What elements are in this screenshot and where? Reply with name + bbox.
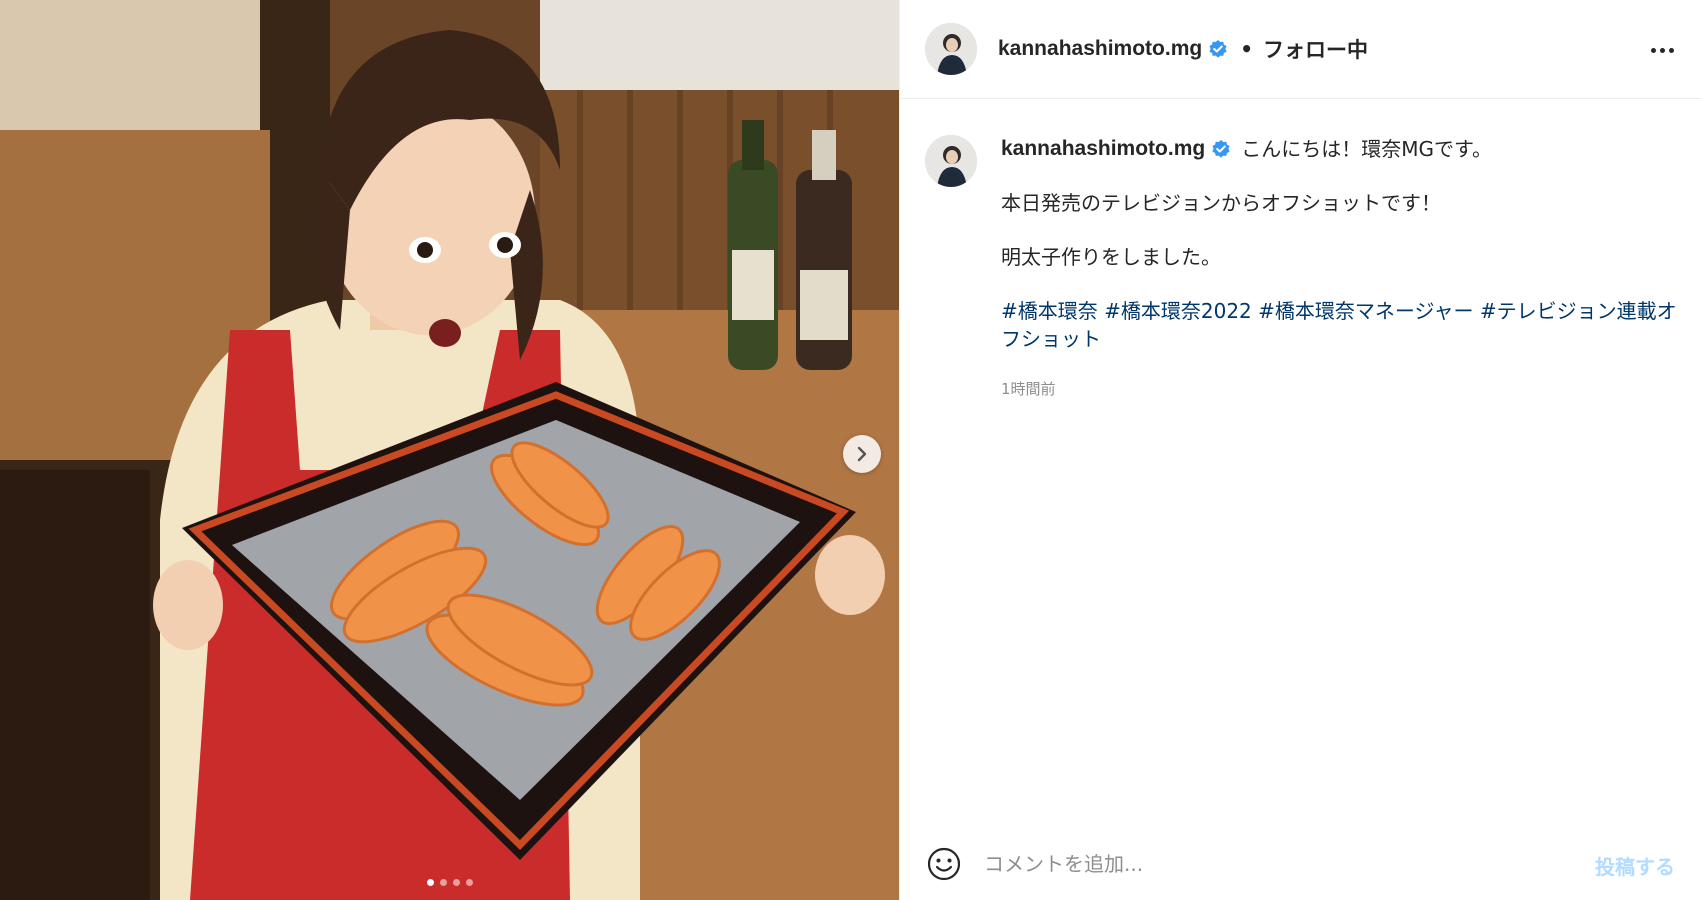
header-username[interactable]: kannahashimoto.mg: [998, 37, 1202, 61]
comment-input[interactable]: [982, 851, 1546, 877]
avatar[interactable]: [925, 23, 977, 75]
avatar-image: [925, 135, 977, 187]
more-options-icon: [1650, 47, 1656, 53]
post-comment-button[interactable]: 投稿する: [1589, 850, 1681, 881]
chevron-right-icon: [857, 446, 867, 462]
caption-avatar[interactable]: [925, 135, 977, 187]
post-media[interactable]: [0, 0, 899, 900]
emoji-icon[interactable]: [926, 846, 962, 882]
carousel-dot: [465, 879, 473, 886]
caption-username[interactable]: kannahashimoto.mg: [1001, 135, 1205, 163]
carousel-dot: [439, 879, 447, 886]
caption: kannahashimoto.mg こんにちは！環奈MGです。 本日発売のテレビ…: [925, 135, 1691, 403]
hashtag-link[interactable]: #橋本環奈2022: [1104, 299, 1252, 323]
carousel-dot: [452, 879, 460, 886]
post-side-panel: kannahashimoto.mg • フォロー中 kannahashimoto…: [899, 0, 1701, 900]
caption-body: kannahashimoto.mg こんにちは！環奈MGです。 本日発売のテレビ…: [1001, 135, 1691, 403]
caption-first-line: kannahashimoto.mg こんにちは！環奈MGです。: [1001, 135, 1691, 163]
more-options-button[interactable]: [1647, 36, 1677, 64]
caption-text-line3: 明太子作りをしました。: [1001, 245, 1221, 269]
instagram-post: kannahashimoto.mg • フォロー中 kannahashimoto…: [0, 0, 1701, 900]
header-separator: •: [1240, 37, 1253, 61]
comment-bar: 投稿する: [900, 828, 1701, 900]
post-header: kannahashimoto.mg • フォロー中: [900, 0, 1701, 99]
hashtag-link[interactable]: #橋本環奈マネージャー: [1258, 299, 1473, 323]
next-photo-button[interactable]: [843, 435, 881, 473]
verified-badge-icon: [1209, 40, 1227, 58]
carousel-dot: [426, 879, 434, 886]
post-photo: [0, 0, 899, 900]
verified-badge-icon: [1212, 140, 1230, 158]
carousel-indicator: [426, 879, 473, 886]
caption-hashtags: #橋本環奈 #橋本環奈2022 #橋本環奈マネージャー #テレビジョン連載オフシ…: [1001, 297, 1691, 353]
hashtag-link[interactable]: #橋本環奈: [1001, 299, 1098, 323]
avatar-image: [925, 23, 977, 75]
following-button[interactable]: フォロー中: [1263, 34, 1368, 64]
caption-text-line2: 本日発売のテレビジョンからオフショットです！: [1001, 191, 1441, 215]
post-timestamp[interactable]: 1時間前: [1001, 375, 1691, 403]
caption-text-line1: こんにちは！環奈MGです。: [1241, 137, 1492, 161]
